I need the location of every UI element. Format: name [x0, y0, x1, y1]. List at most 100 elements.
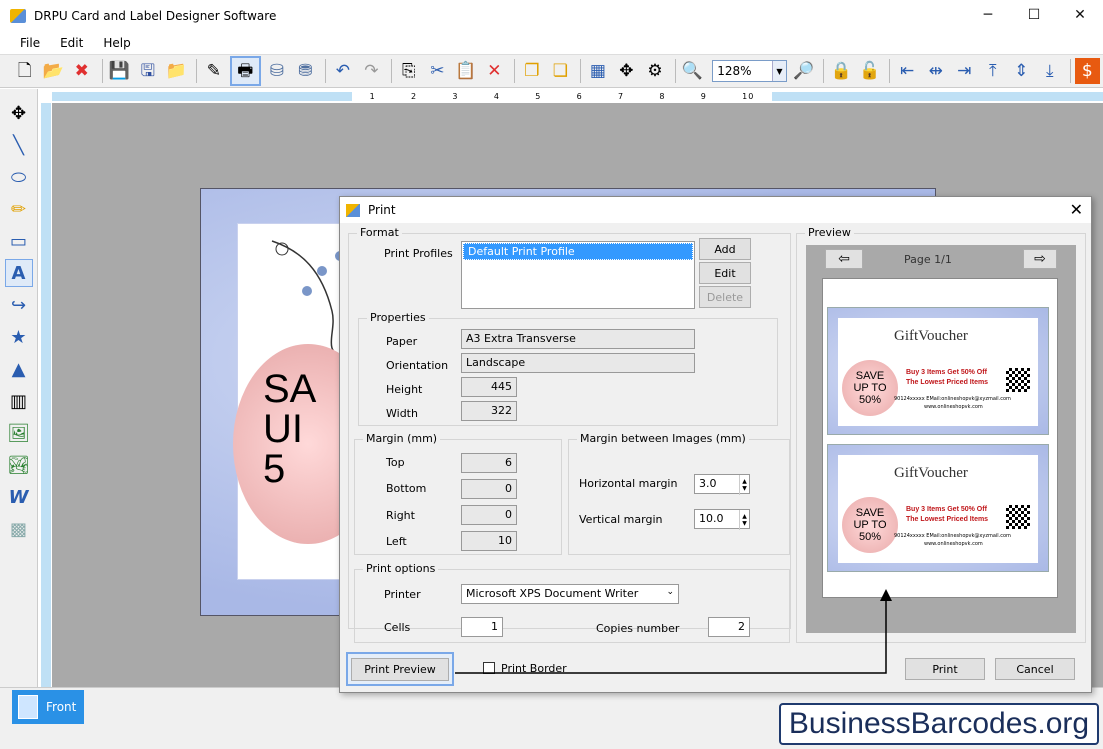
align-center-icon[interactable]: ⇹: [923, 58, 949, 84]
menu-edit[interactable]: Edit: [60, 36, 83, 50]
print-icon[interactable]: 🖶: [229, 56, 262, 86]
dialog-title: Print: [368, 203, 396, 217]
redo-icon[interactable]: ↷: [359, 58, 385, 84]
cells-field[interactable]: 1: [461, 617, 503, 637]
minimize-button[interactable]: ─: [965, 0, 1011, 30]
paper-label: Paper: [386, 335, 418, 348]
copies-field[interactable]: 2: [708, 617, 750, 637]
copy-icon[interactable]: ⎘: [396, 58, 422, 84]
price-icon[interactable]: $: [1074, 58, 1101, 84]
print-button[interactable]: Print: [905, 658, 985, 680]
title-bar: DRPU Card and Label Designer Software ─ …: [0, 0, 1103, 32]
margin-legend: Margin (mm): [363, 432, 441, 445]
save-as-icon[interactable]: 🖫: [135, 58, 161, 84]
text-tool-icon[interactable]: A: [4, 259, 33, 287]
dialog-close-button[interactable]: ✕: [1070, 200, 1083, 219]
delete-profile-button[interactable]: Delete: [699, 286, 751, 308]
wordart-tool-icon[interactable]: W: [5, 483, 33, 511]
zoom-out-icon[interactable]: 🔎: [791, 58, 817, 84]
send-back-icon[interactable]: ❏: [548, 58, 574, 84]
spin-arrows-icon[interactable]: ▲ ▼: [739, 475, 749, 495]
align-left-icon[interactable]: ⇤: [894, 58, 920, 84]
bottom-field[interactable]: 0: [461, 479, 517, 499]
select-pointer-icon[interactable]: ✥: [5, 99, 33, 127]
page-indicator: Page 1/1: [904, 253, 952, 266]
preview-legend: Preview: [805, 226, 854, 239]
print-profiles-list[interactable]: Default Print Profile: [461, 241, 695, 309]
next-page-icon[interactable]: ⇨: [1023, 249, 1057, 269]
align-middle-icon[interactable]: ⇕: [1008, 58, 1034, 84]
rectangle-tool-icon[interactable]: ▭: [5, 227, 33, 255]
list-item[interactable]: Default Print Profile: [463, 243, 693, 260]
chevron-down-icon[interactable]: ⌄: [666, 587, 674, 601]
menu-bar: File Edit Help: [0, 32, 1103, 54]
horizontal-margin-value: 3.0: [699, 477, 717, 490]
delete-icon[interactable]: ✕: [482, 58, 508, 84]
voucher-offer: Buy 3 Items Get 50% Off The Lowest Price…: [906, 505, 988, 525]
printer-select[interactable]: Microsoft XPS Document Writer ⌄: [461, 584, 679, 604]
align-right-icon[interactable]: ⇥: [951, 58, 977, 84]
image-library-icon[interactable]: 🏞: [5, 451, 33, 479]
star-tool-icon[interactable]: ★: [5, 323, 33, 351]
edit-icon[interactable]: ✎: [201, 58, 227, 84]
close-file-icon[interactable]: ✖: [69, 58, 95, 84]
voucher-offer-line: The Lowest Priced Items: [906, 379, 989, 386]
menu-help[interactable]: Help: [103, 36, 130, 50]
align-bottom-icon[interactable]: ⤓: [1037, 58, 1063, 84]
image-tool-icon[interactable]: 🖼: [5, 419, 33, 447]
database-icon[interactable]: ⛃: [293, 58, 319, 84]
voucher-offer-line: Buy 3 Items Get 50% Off: [906, 506, 987, 513]
edit-profile-button[interactable]: Edit: [699, 262, 751, 284]
bring-front-icon[interactable]: ❐: [519, 58, 545, 84]
menu-file[interactable]: File: [20, 36, 40, 50]
tab-front[interactable]: Front: [12, 690, 84, 724]
spin-arrows-icon[interactable]: ▲ ▼: [739, 510, 749, 530]
zoom-in-icon[interactable]: 🔍: [680, 58, 706, 84]
center-icon[interactable]: ✥: [614, 58, 640, 84]
cells-label: Cells: [384, 621, 411, 634]
chevron-down-icon[interactable]: ▼: [771, 61, 786, 81]
horizontal-margin-stepper[interactable]: 3.0 ▲ ▼: [694, 474, 750, 495]
voucher-preview: GiftVoucher SAVE UP TO 50% Buy 3 Items G…: [827, 444, 1049, 572]
qr-code-icon: [1006, 505, 1030, 529]
right-field[interactable]: 0: [461, 505, 517, 525]
pattern-tool-icon[interactable]: ▩: [5, 515, 33, 543]
save-icon[interactable]: 💾: [107, 58, 133, 84]
new-file-icon[interactable]: 🗋: [12, 58, 38, 84]
watermark: BusinessBarcodes.org: [779, 703, 1099, 745]
maximize-button[interactable]: ☐: [1011, 0, 1057, 30]
lock-icon[interactable]: 🔒: [828, 58, 854, 84]
print-border-checkbox[interactable]: [483, 662, 495, 674]
add-profile-button[interactable]: Add: [699, 238, 751, 260]
open-folder-icon[interactable]: 📂: [41, 58, 67, 84]
cancel-button[interactable]: Cancel: [995, 658, 1075, 680]
toolbar-separator: [580, 59, 582, 83]
arc-tool-icon[interactable]: ↪: [5, 291, 33, 319]
undo-icon[interactable]: ↶: [330, 58, 356, 84]
close-button[interactable]: ✕: [1057, 0, 1103, 30]
pencil-tool-icon[interactable]: ✏: [5, 195, 33, 223]
align-top-icon[interactable]: ⤒: [980, 58, 1006, 84]
window-title: DRPU Card and Label Designer Software: [34, 9, 277, 23]
triangle-tool-icon[interactable]: ▲: [5, 355, 33, 383]
ruler-mark: 3: [452, 91, 459, 101]
vertical-margin-stepper[interactable]: 10.0 ▲ ▼: [694, 509, 750, 530]
line-tool-icon[interactable]: ╲: [5, 131, 33, 159]
previous-page-icon[interactable]: ⇦: [825, 249, 863, 269]
orientation-label: Orientation: [386, 359, 449, 372]
top-field[interactable]: 6: [461, 453, 517, 473]
database-add-icon[interactable]: ⛁: [264, 58, 290, 84]
paste-icon[interactable]: 📋: [453, 58, 479, 84]
toolbar-separator: [674, 59, 676, 83]
export-icon[interactable]: 📁: [164, 58, 190, 84]
unlock-icon[interactable]: 🔓: [857, 58, 883, 84]
print-profiles-label: Print Profiles: [384, 247, 453, 260]
grid-icon[interactable]: ▦: [585, 58, 611, 84]
cut-icon[interactable]: ✂: [425, 58, 451, 84]
left-field[interactable]: 10: [461, 531, 517, 551]
ellipse-tool-icon[interactable]: ⬭: [5, 163, 33, 191]
settings-icon[interactable]: ⚙: [642, 58, 668, 84]
print-preview-button[interactable]: Print Preview: [346, 652, 454, 686]
zoom-select[interactable]: 128% ▼: [712, 60, 787, 82]
barcode-tool-icon[interactable]: ▥: [5, 387, 33, 415]
